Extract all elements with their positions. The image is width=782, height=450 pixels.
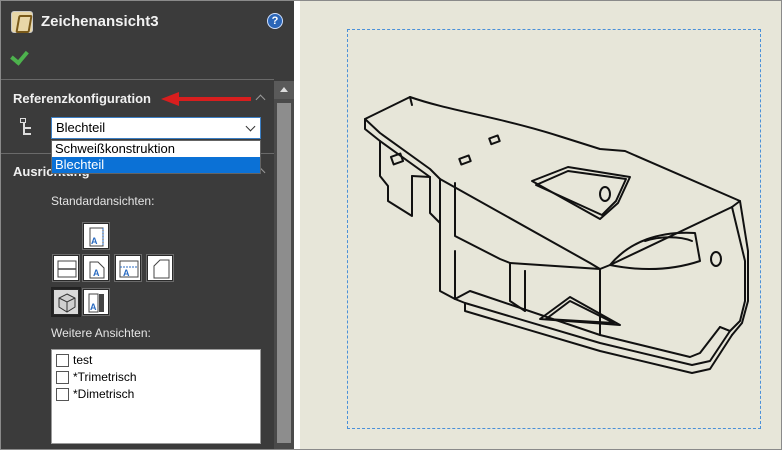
view-checkbox[interactable]: [56, 388, 69, 401]
front-view-icon: A: [89, 227, 104, 247]
view-checkbox[interactable]: [56, 371, 69, 384]
configuration-tree-icon: [19, 117, 37, 137]
right-view-icon: A: [89, 261, 105, 279]
standard-views-label: Standardansichten:: [51, 194, 155, 208]
callout-arrow: [161, 92, 251, 106]
view-name: test: [73, 353, 93, 367]
sheet-metal-part-view[interactable]: [300, 1, 781, 449]
back-view-icon: A: [88, 293, 104, 313]
scroll-thumb[interactable]: [277, 103, 291, 443]
scroll-up-button[interactable]: [274, 81, 294, 99]
svg-text:A: A: [90, 302, 97, 312]
view-checkbox[interactable]: [56, 354, 69, 367]
reference-config-value: Blechteil: [56, 120, 106, 135]
view-bottom-button[interactable]: A: [114, 254, 142, 282]
svg-text:A: A: [91, 236, 98, 246]
view-top-button[interactable]: [52, 254, 80, 282]
view-front-button[interactable]: A: [82, 222, 110, 250]
property-manager-header: Zeichenansicht3 ?: [1, 1, 294, 79]
bottom-view-icon: A: [119, 260, 139, 278]
more-views-list: test *Trimetrisch *Dimetrisch: [51, 349, 261, 444]
header-divider: [1, 79, 274, 80]
view-name: *Trimetrisch: [73, 370, 137, 384]
more-views-label: Weitere Ansichten:: [51, 326, 151, 340]
drawing-sheet[interactable]: [300, 1, 781, 449]
reference-config-dropdown: Schweißkonstruktion Blechteil: [51, 140, 261, 174]
svg-text:A: A: [93, 268, 100, 278]
option-weldment[interactable]: Schweißkonstruktion: [52, 141, 260, 157]
view-title: Zeichenansicht3: [41, 13, 159, 30]
option-sheet-metal[interactable]: Blechteil: [52, 157, 260, 173]
svg-text:A: A: [123, 268, 130, 278]
panel-scrollbar[interactable]: [274, 81, 294, 449]
top-view-icon: [57, 260, 77, 278]
help-icon[interactable]: ?: [267, 13, 283, 29]
view-right-button[interactable]: A: [82, 254, 110, 282]
view-left-button[interactable]: [146, 254, 174, 282]
view-back-button[interactable]: A: [82, 288, 110, 316]
chevron-down-icon[interactable]: [245, 121, 256, 132]
reference-config-select[interactable]: Blechteil: [51, 117, 261, 139]
isometric-view-icon: [58, 293, 76, 313]
collapse-reference-icon[interactable]: [254, 91, 268, 105]
left-view-icon: [153, 259, 170, 279]
reference-config-title[interactable]: Referenzkonfiguration: [13, 91, 151, 106]
drawing-view-icon: [11, 11, 33, 33]
checkmark-icon[interactable]: [11, 46, 31, 64]
view-isometric-button[interactable]: [51, 287, 81, 317]
property-manager: Zeichenansicht3 ? Referenzkonfiguration …: [1, 1, 294, 449]
view-name: *Dimetrisch: [73, 387, 135, 401]
